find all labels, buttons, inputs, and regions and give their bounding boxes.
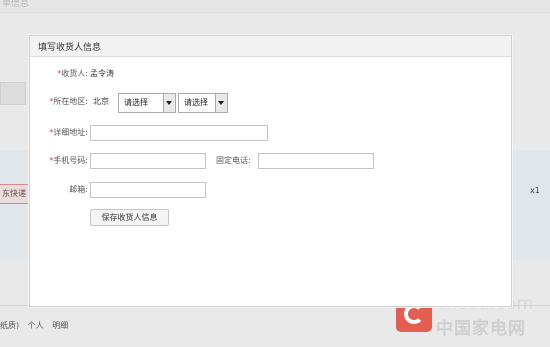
email-input[interactable] — [90, 182, 206, 198]
chevron-down-icon — [163, 94, 175, 112]
region-province: 北京 — [93, 97, 109, 106]
mobile-input[interactable] — [90, 153, 206, 169]
background-top-bar: 单信息 — [0, 0, 550, 13]
mobile-label: *手机号码: — [49, 156, 88, 165]
city-select[interactable]: 请选择 — [118, 93, 176, 113]
chevron-down-icon — [215, 94, 227, 112]
background-invoice-title: 个人 — [27, 321, 44, 330]
watermark-site-name: 中国家电网 — [436, 319, 526, 339]
dialog-header: 填写收货人信息 — [30, 36, 511, 57]
save-receiver-button[interactable]: 保存收货人信息 — [90, 209, 169, 226]
background-invoice-row: 纸质) 个人 明细 — [0, 320, 74, 331]
background-quantity: x1 — [530, 186, 540, 195]
district-select[interactable]: 请选择 — [178, 93, 228, 113]
region-label: *所在地区: — [49, 97, 88, 106]
address-label: *详细地址: — [49, 128, 88, 137]
background-invoice-type: 纸质) — [0, 321, 20, 330]
background-section-title: 单信息 — [2, 0, 30, 9]
dialog-title: 填写收货人信息 — [38, 43, 102, 53]
receiver-info-dialog: 填写收货人信息 *收货人: 孟令涛 *所在地区: 北京 请选择 请选择 *详细地… — [29, 35, 512, 307]
receiver-name: 孟令涛 — [90, 69, 114, 78]
background-invoice-content: 明细 — [52, 321, 69, 330]
phone-input[interactable] — [258, 153, 374, 169]
receiver-label: *收货人: — [57, 69, 88, 78]
email-label: 邮箱: — [69, 185, 88, 194]
background-express-option: 东快递 — [0, 184, 30, 204]
phone-label: 固定电话: — [216, 156, 251, 165]
background-button — [0, 82, 26, 105]
address-input[interactable] — [90, 125, 268, 141]
